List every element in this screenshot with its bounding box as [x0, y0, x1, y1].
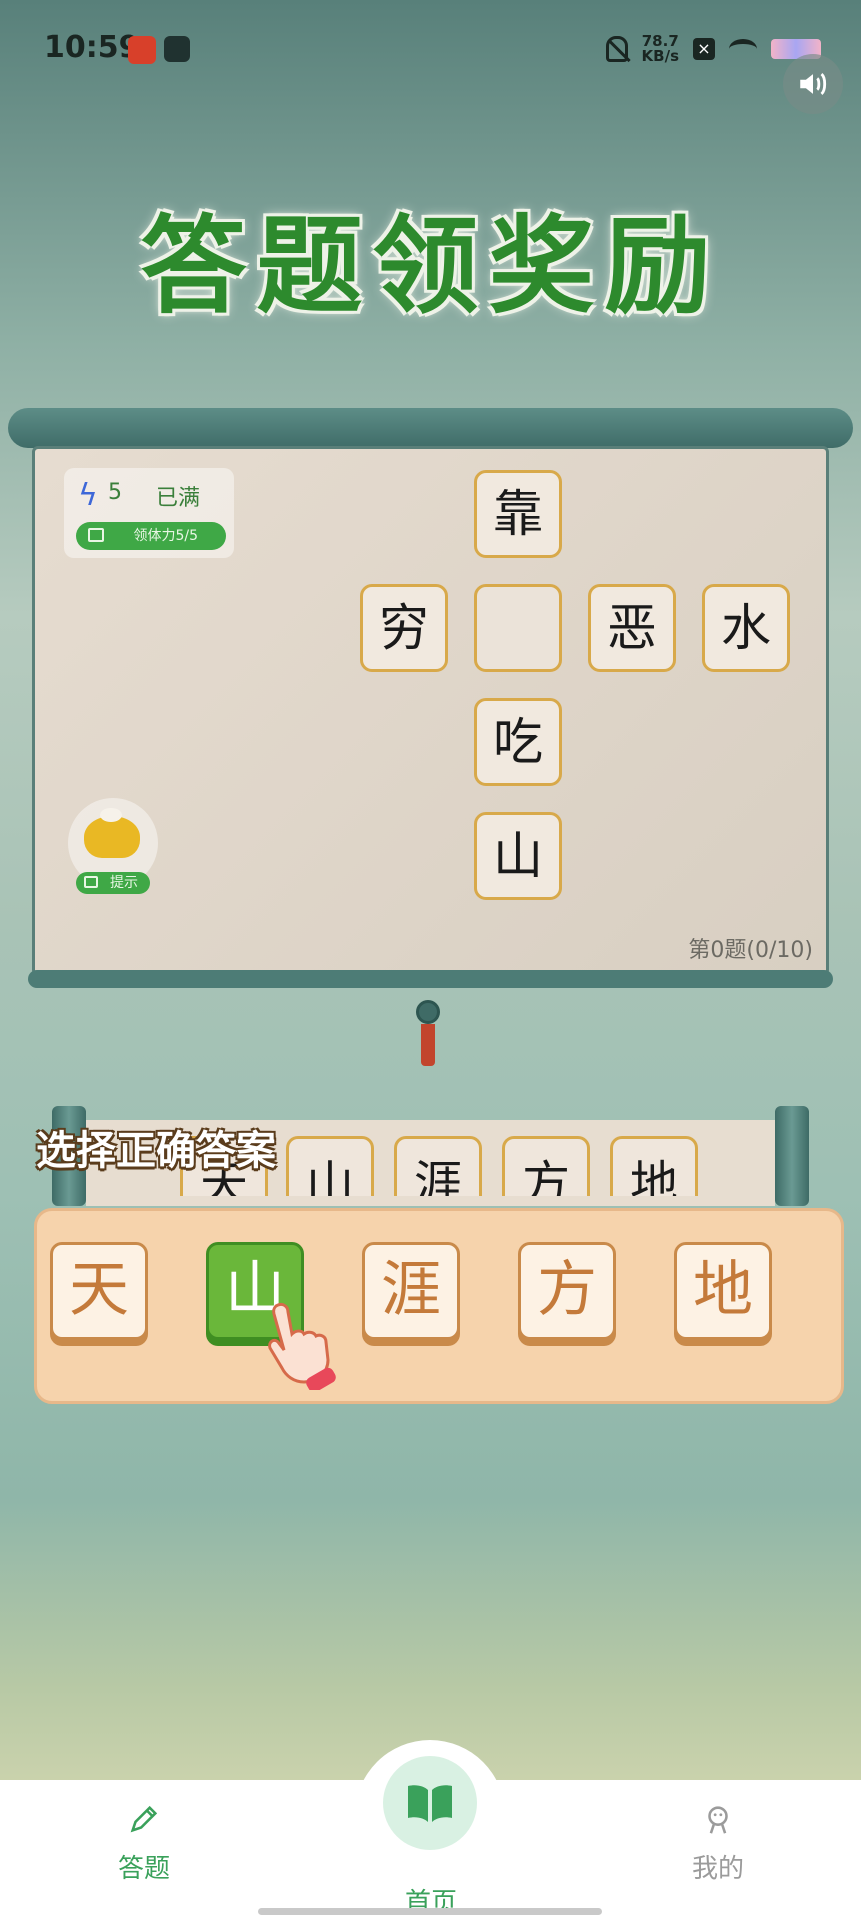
answer-slot-3: 涯: [394, 1136, 482, 1196]
nav-label-profile: 我的: [691, 1854, 744, 1884]
question-progress: 第0题(0/10): [688, 938, 813, 963]
stamina-panel: ϟ 5 已满 领体力5/5: [64, 468, 234, 558]
hint-button[interactable]: 提示: [68, 798, 158, 896]
answer-slot-2: 山: [286, 1136, 374, 1196]
no-sim-icon: ×: [693, 38, 715, 60]
option-tile-4[interactable]: 方: [518, 1242, 616, 1340]
game-app-icon: [128, 36, 156, 64]
hint-label: 提示: [110, 875, 138, 891]
grid-cell-below-2: 山: [474, 812, 562, 900]
profile-icon: [708, 1806, 728, 1834]
option-tile-5[interactable]: 地: [674, 1242, 772, 1340]
wifi-icon: [729, 39, 757, 59]
stamina-status: 已满: [156, 486, 201, 511]
video-icon: [88, 528, 104, 542]
tassel-ornament: [416, 1000, 440, 1070]
network-speed-unit: KB/s: [641, 47, 679, 65]
message-app-icon: [164, 36, 190, 62]
magic-lamp-icon: [84, 808, 140, 858]
claim-stamina-label: 领体力5/5: [133, 528, 198, 544]
status-indicators: 78.7 KB/s ×: [605, 34, 821, 64]
speaker-icon: [800, 72, 827, 96]
grid-cell-blank[interactable]: [474, 584, 562, 672]
nav-label-quiz: 答题: [117, 1854, 170, 1884]
option-tile-1[interactable]: 天: [50, 1242, 148, 1340]
claim-stamina-button[interactable]: 领体力5/5: [76, 522, 226, 550]
nav-item-home[interactable]: [383, 1756, 477, 1850]
network-speed: 78.7 KB/s: [642, 34, 679, 64]
grid-cell-right-2: 水: [702, 584, 790, 672]
grid-cell-below-1: 吃: [474, 698, 562, 786]
pencil-icon: [130, 1805, 158, 1833]
answer-slot-5: 地: [610, 1136, 698, 1196]
mute-bell-icon: [605, 36, 628, 62]
book-icon: [408, 1785, 452, 1822]
sound-toggle-button[interactable]: [783, 54, 843, 114]
answer-slot-4: 方: [502, 1136, 590, 1196]
stamina-count: 5: [108, 480, 122, 505]
hint-tag: 提示: [76, 872, 150, 894]
status-bar: 10:59 78.7 KB/s ×: [0, 0, 861, 100]
scroll-top-rod: [8, 408, 853, 448]
status-time: 10:59: [44, 30, 140, 65]
instruction-prompt: 选择正确答案: [36, 1128, 276, 1174]
pointing-hand-icon: [268, 1302, 336, 1390]
option-tile-3[interactable]: 涯: [362, 1242, 460, 1340]
home-indicator[interactable]: [258, 1908, 602, 1915]
video-icon: [84, 876, 98, 888]
nav-item-profile[interactable]: 我的: [648, 1802, 788, 1885]
grid-cell-right-1: 恶: [588, 584, 676, 672]
nav-item-quiz[interactable]: 答题: [74, 1802, 214, 1885]
grid-cell-top: 靠: [474, 470, 562, 558]
grid-cell-left: 穷: [360, 584, 448, 672]
game-title: 答题领奖励: [140, 203, 721, 328]
lightning-icon: ϟ: [78, 478, 98, 513]
scroll-rod-right: [775, 1106, 809, 1206]
scroll-bottom-rod: [28, 970, 833, 988]
